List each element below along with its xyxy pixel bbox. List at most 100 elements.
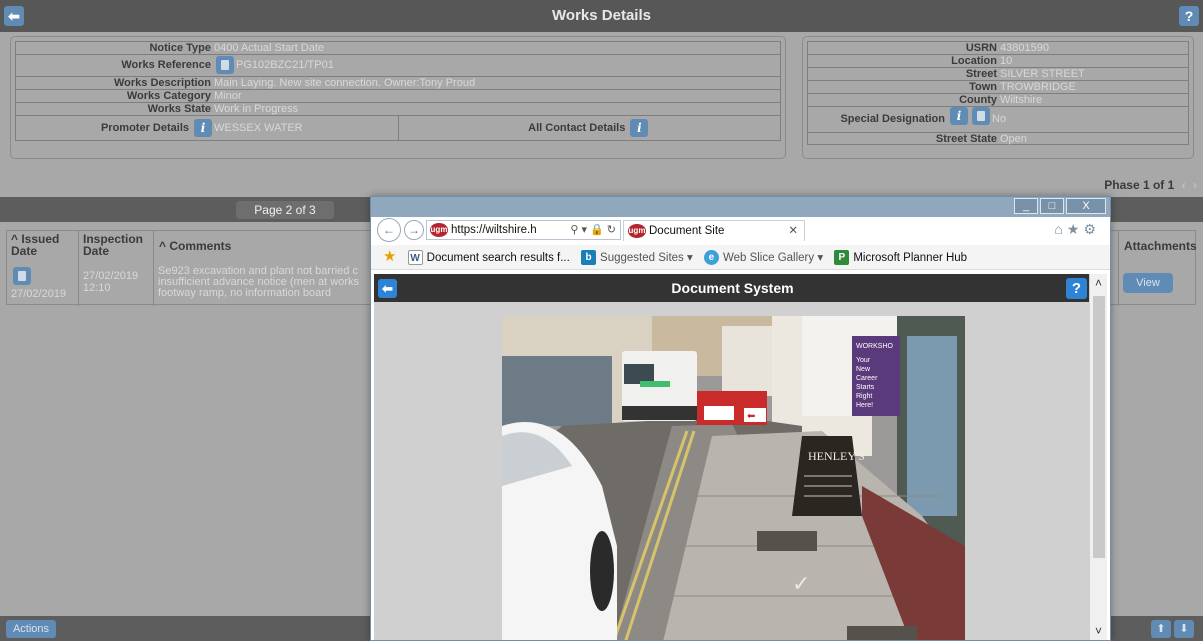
favorite-web-slice-gallery[interactable]: e Web Slice Gallery ▾	[703, 246, 823, 270]
document-viewer: WORKSHO Your New Career Starts Right Her…	[374, 302, 1089, 640]
town-value: TROWBRIDGE	[1000, 81, 1076, 93]
scroll-down-icon[interactable]: ˅	[1090, 622, 1107, 640]
close-button[interactable]: X	[1066, 198, 1106, 214]
browser-navbar: ← → ugm https://wiltshire.h ⚲ ▾ 🔒 ↻ ugm Do…	[371, 217, 1110, 243]
site-photo: WORKSHO Your New Career Starts Right Her…	[502, 316, 965, 640]
notice-type-row: Notice Type 0400 Actual Start Date	[15, 41, 781, 54]
document-icon[interactable]	[972, 107, 990, 125]
notice-panel: Notice Type 0400 Actual Start Date Works…	[10, 36, 786, 159]
favorites-add-star-icon[interactable]: ★	[383, 245, 396, 269]
notice-type-value: 0400 Actual Start Date	[214, 42, 325, 54]
street-panel: USRN 43801590 Location 10 Street SILVER …	[802, 36, 1194, 159]
promoter-value: WESSEX WATER	[214, 122, 303, 134]
browser-forward-icon[interactable]: →	[404, 220, 424, 240]
tab-favicon-icon: ugm	[628, 223, 646, 238]
address-url: https://wiltshire.h	[451, 224, 537, 236]
page-indicator[interactable]: Page 2 of 3	[236, 201, 334, 219]
notice-type-label: Notice Type	[149, 42, 211, 54]
favorites-bar: ★ W Document search results f... b Suggest…	[371, 245, 1110, 270]
promoter-row: Promoter Details i WESSEX WATER All Contac…	[15, 115, 781, 141]
address-bar-icons[interactable]: ⚲ ▾ 🔒 ↻	[570, 221, 616, 239]
works-reference-value: PG102BZC21/TP01	[236, 59, 334, 71]
poster-text: WORKSHO	[856, 343, 894, 350]
special-designation-value: No	[992, 113, 1007, 125]
arrow-up-icon[interactable]: ⬆	[1151, 620, 1171, 638]
bing-icon: b	[581, 250, 597, 266]
ie-icon: e	[703, 250, 719, 266]
browser-titlebar[interactable]: _ □ X	[371, 197, 1110, 217]
svg-text:Career: Career	[856, 375, 878, 382]
attachments-header: Attachments	[1124, 239, 1197, 253]
street-state-value: Open	[1000, 133, 1027, 145]
svg-text:⬅: ⬅	[747, 411, 755, 422]
usrn-value: 43801590	[1000, 42, 1049, 54]
promoter-label: Promoter Details	[100, 122, 189, 134]
document-scrollbar[interactable]: ˄ ˅	[1089, 274, 1107, 640]
arrow-down-icon[interactable]: ⬇	[1174, 620, 1194, 638]
scroll-up-icon[interactable]: ˄	[1090, 274, 1107, 292]
svg-text:Your: Your	[856, 357, 871, 364]
maximize-button[interactable]: □	[1040, 198, 1064, 214]
usrn-row: USRN 43801590	[807, 41, 1189, 54]
document-system-header: ⬅ Document System ?	[374, 274, 1091, 302]
street-state-label: Street State	[935, 133, 997, 145]
favorite-document-search[interactable]: W Document search results f...	[407, 246, 570, 270]
home-icon[interactable]: ⌂	[1054, 221, 1066, 237]
view-attachment-button[interactable]: View	[1123, 273, 1173, 293]
svg-text:Here!: Here!	[856, 402, 873, 409]
street-scene-illustration: WORKSHO Your New Career Starts Right Her…	[502, 316, 965, 640]
comment-line: footway ramp, no information board	[158, 287, 332, 299]
works-description-row: Works Description Main Laying. New site …	[15, 76, 781, 89]
favorite-planner-hub[interactable]: P Microsoft Planner Hub	[834, 246, 967, 270]
back-arrow-icon[interactable]: ⬅	[4, 6, 24, 26]
browser-back-icon[interactable]: ←	[377, 218, 401, 242]
svg-text:Starts: Starts	[856, 384, 875, 391]
chevron-right-icon[interactable]: ›	[1193, 178, 1197, 192]
address-bar[interactable]: ugm https://wiltshire.h ⚲ ▾ 🔒 ↻	[426, 220, 621, 240]
issued-date-cell: 27/02/2019	[11, 288, 67, 300]
scroll-thumb[interactable]	[1093, 296, 1105, 558]
minimize-button[interactable]: _	[1014, 198, 1038, 214]
tab-title: Document Site	[649, 225, 725, 237]
browser-toolbar-icons: ⌂★⚙	[1054, 221, 1100, 238]
county-row: County Wiltshire	[807, 93, 1189, 106]
works-category-value: Minor	[214, 90, 242, 102]
contacts-info-icon[interactable]: i	[630, 119, 649, 138]
help-icon[interactable]: ?	[1179, 6, 1199, 26]
special-info-icon[interactable]: i	[950, 107, 968, 125]
sign-text: HENLEY'S	[808, 449, 865, 463]
planner-icon: P	[834, 250, 850, 266]
doc-back-arrow-icon[interactable]: ⬅	[378, 279, 397, 298]
document-icon[interactable]	[13, 267, 31, 285]
works-description-label: Works Description	[114, 77, 211, 89]
chevron-left-icon[interactable]: ‹	[1182, 178, 1186, 192]
actions-button[interactable]: Actions	[6, 620, 56, 638]
street-value: SILVER STREET	[1000, 68, 1085, 80]
tab-close-icon[interactable]: ✕	[788, 221, 798, 241]
location-value: 10	[1000, 55, 1013, 67]
inspection-date-cell: 27/02/2019	[83, 270, 139, 282]
county-value: Wiltshire	[1000, 94, 1043, 106]
works-reference-row: Works Reference PG102BZC21/TP01	[15, 54, 781, 76]
works-details-titlebar: ⬅ Works Details ?	[0, 0, 1203, 32]
settings-gear-icon[interactable]: ⚙	[1083, 221, 1100, 237]
location-row: Location 10	[807, 54, 1189, 67]
favorite-suggested-sites[interactable]: b Suggested Sites ▾	[581, 246, 693, 270]
street-row: Street SILVER STREET	[807, 67, 1189, 80]
document-icon[interactable]	[216, 56, 234, 75]
special-designation-row: Special Designation i No	[807, 106, 1189, 132]
town-label: Town	[969, 81, 997, 93]
comments-header[interactable]: ^ Comments	[159, 240, 231, 252]
favorites-star-icon[interactable]: ★	[1067, 221, 1084, 237]
browser-tab[interactable]: ugm Document Site ✕	[623, 220, 805, 241]
promoter-info-icon[interactable]: i	[194, 119, 212, 138]
svg-text:Right: Right	[856, 393, 872, 400]
window-controls: _ □ X	[1012, 198, 1106, 214]
doc-help-icon[interactable]: ?	[1066, 278, 1087, 299]
inspection-date-header[interactable]: Inspection Date	[83, 233, 143, 257]
svg-text:New: New	[856, 366, 871, 373]
document-system-title: Document System	[671, 280, 794, 296]
street-label: Street	[965, 68, 997, 80]
inspection-time-cell: 12:10	[83, 282, 111, 294]
issued-date-header[interactable]: ^ Issued Date	[11, 233, 59, 257]
